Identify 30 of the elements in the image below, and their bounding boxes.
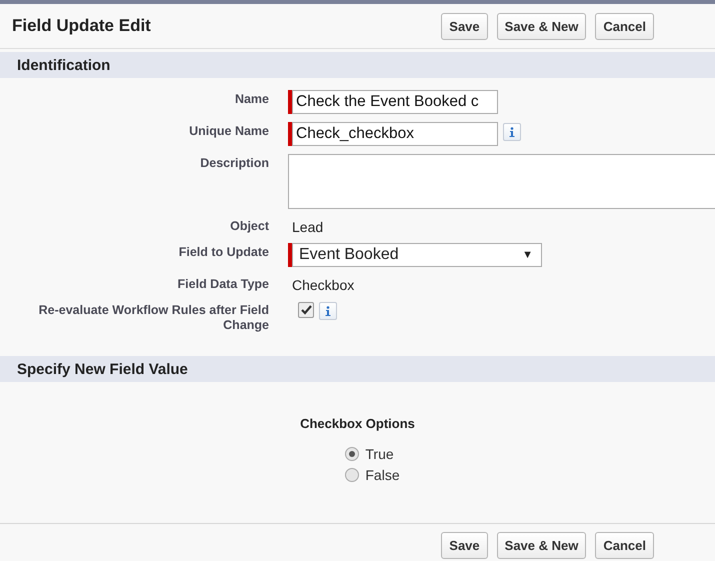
radio-label: True: [365, 446, 394, 462]
header-button[interactable]: Cancel: [595, 12, 654, 40]
text-field[interactable]: Check_checkbox: [292, 122, 498, 146]
footer-button[interactable]: Save: [441, 532, 488, 558]
field-value: Checkbox: [291, 276, 354, 293]
description-field[interactable]: [288, 154, 715, 209]
radio-button[interactable]: [345, 447, 360, 461]
radio-button[interactable]: [345, 468, 360, 482]
radio-label: False: [365, 467, 400, 483]
section-header: Identification: [0, 52, 715, 78]
info-icon[interactable]: [319, 302, 337, 320]
select-field[interactable]: Event Booked ▼: [292, 243, 542, 267]
header-button[interactable]: Save & New: [496, 12, 586, 40]
footer-button[interactable]: Save & New: [496, 532, 586, 558]
field-label: Object: [229, 218, 269, 234]
field-label: Re-evaluate Workflow Rules after Field Change: [38, 302, 269, 333]
checkbox[interactable]: [298, 302, 314, 318]
section-header: Specify New Field Value: [0, 356, 715, 382]
text-field[interactable]: Check the Event Booked c: [292, 90, 498, 114]
field-label: Unique Name: [188, 123, 269, 139]
field-value: Lead: [291, 218, 324, 235]
field-label: Description: [199, 155, 269, 171]
field-label: Field Data Type: [176, 276, 269, 292]
options-heading: Checkbox Options: [300, 416, 415, 431]
field-label: Name: [234, 91, 269, 107]
footer-button[interactable]: Cancel: [595, 532, 654, 558]
page-title: Field Update Edit: [12, 16, 151, 36]
field-label: Field to Update: [178, 244, 269, 260]
info-icon[interactable]: [503, 123, 521, 141]
header-button[interactable]: Save: [441, 12, 488, 40]
